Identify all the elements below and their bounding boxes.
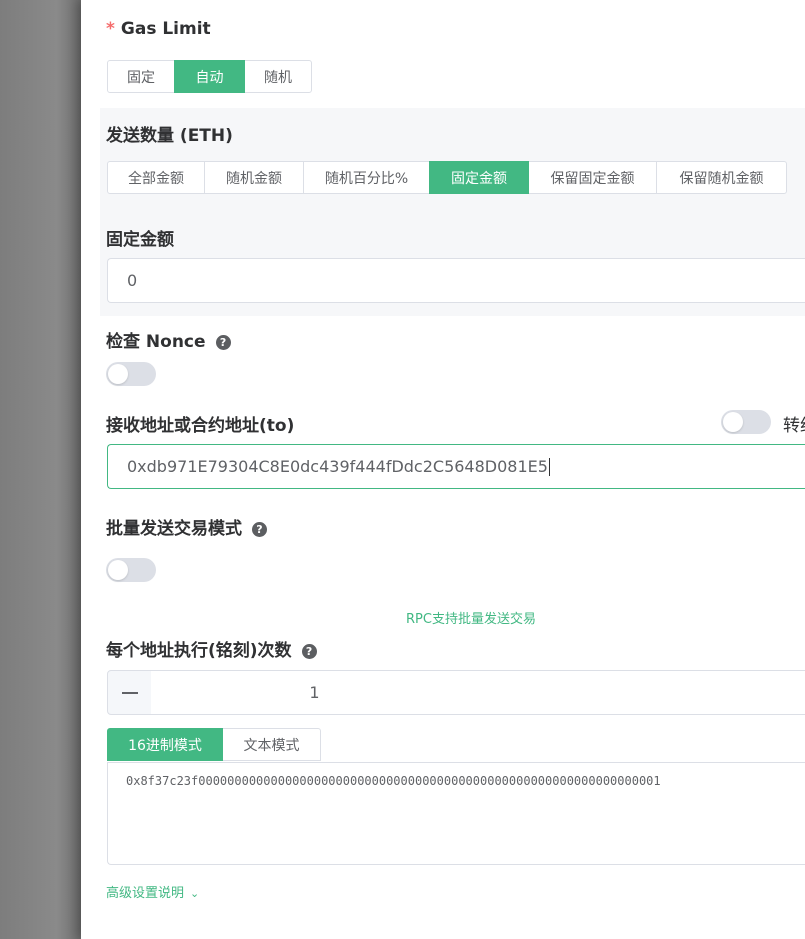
fixed-amount-input[interactable]: 0 [107, 258, 805, 303]
required-mark: * [106, 19, 115, 39]
send-amount-option-keep-random[interactable]: 保留随机金额 [656, 161, 787, 194]
check-nonce-switch[interactable] [106, 362, 156, 386]
advanced-settings-link[interactable]: 高级设置说明 ⌄ [106, 882, 199, 901]
question-circle-icon[interactable]: ? [252, 522, 267, 537]
exec-count-label: 每个地址执行(铭刻)次数? [106, 636, 317, 661]
gas-limit-option-random[interactable]: 随机 [244, 60, 312, 93]
send-amount-option-fixed[interactable]: 固定金额 [429, 161, 529, 194]
overlay-backdrop [0, 0, 81, 939]
recipient-label: 接收地址或合约地址(to) [106, 416, 295, 436]
fixed-amount-label: 固定金额 [106, 230, 174, 250]
send-amount-option-keep-fixed[interactable]: 保留固定金额 [528, 161, 657, 194]
data-mode-tab-hex[interactable]: 16进制模式 [107, 728, 223, 761]
data-mode-tabs: 16进制模式 文本模式 [107, 728, 321, 761]
send-amount-option-random[interactable]: 随机金额 [204, 161, 304, 194]
gas-limit-option-fixed[interactable]: 固定 [107, 60, 175, 93]
send-amount-label: 发送数量 (ETH) [106, 126, 233, 146]
exec-count-decrease-button[interactable] [107, 670, 152, 715]
gas-limit-segmented: 固定 自动 随机 [107, 60, 312, 93]
data-textarea[interactable]: 0x8f37c23f000000000000000000000000000000… [107, 762, 805, 865]
minus-icon [121, 691, 138, 694]
question-circle-icon[interactable]: ? [301, 644, 317, 659]
recipient-side-switch[interactable] [721, 410, 771, 434]
question-circle-icon[interactable]: ? [215, 335, 231, 350]
exec-count-input[interactable]: 1 [151, 670, 805, 715]
batch-mode-note: RPC支持批量发送交易 [406, 612, 536, 627]
batch-mode-label: 批量发送交易模式? [106, 514, 267, 539]
send-amount-segmented: 全部金额 随机金额 随机百分比% 固定金额 保留固定金额 保留随机金额 [107, 161, 787, 194]
switch-knob [723, 412, 743, 432]
gas-limit-label: * Gas Limit [106, 19, 211, 39]
batch-mode-switch[interactable] [106, 558, 156, 582]
recipient-side-switch-label: 转约 [783, 416, 805, 436]
switch-knob [108, 364, 128, 384]
switch-knob [108, 560, 128, 580]
send-amount-option-random-percent[interactable]: 随机百分比% [303, 161, 430, 194]
check-nonce-label: 检查 Nonce? [106, 327, 231, 352]
recipient-address-input[interactable]: 0xdb971E79304C8E0dc439f444fDdc2C5648D081… [107, 444, 805, 489]
text-caret [548, 457, 550, 476]
gas-limit-option-auto[interactable]: 自动 [174, 60, 245, 93]
data-mode-tab-text[interactable]: 文本模式 [222, 728, 321, 761]
chevron-down-icon: ⌄ [190, 887, 200, 900]
send-amount-option-all[interactable]: 全部金额 [107, 161, 205, 194]
